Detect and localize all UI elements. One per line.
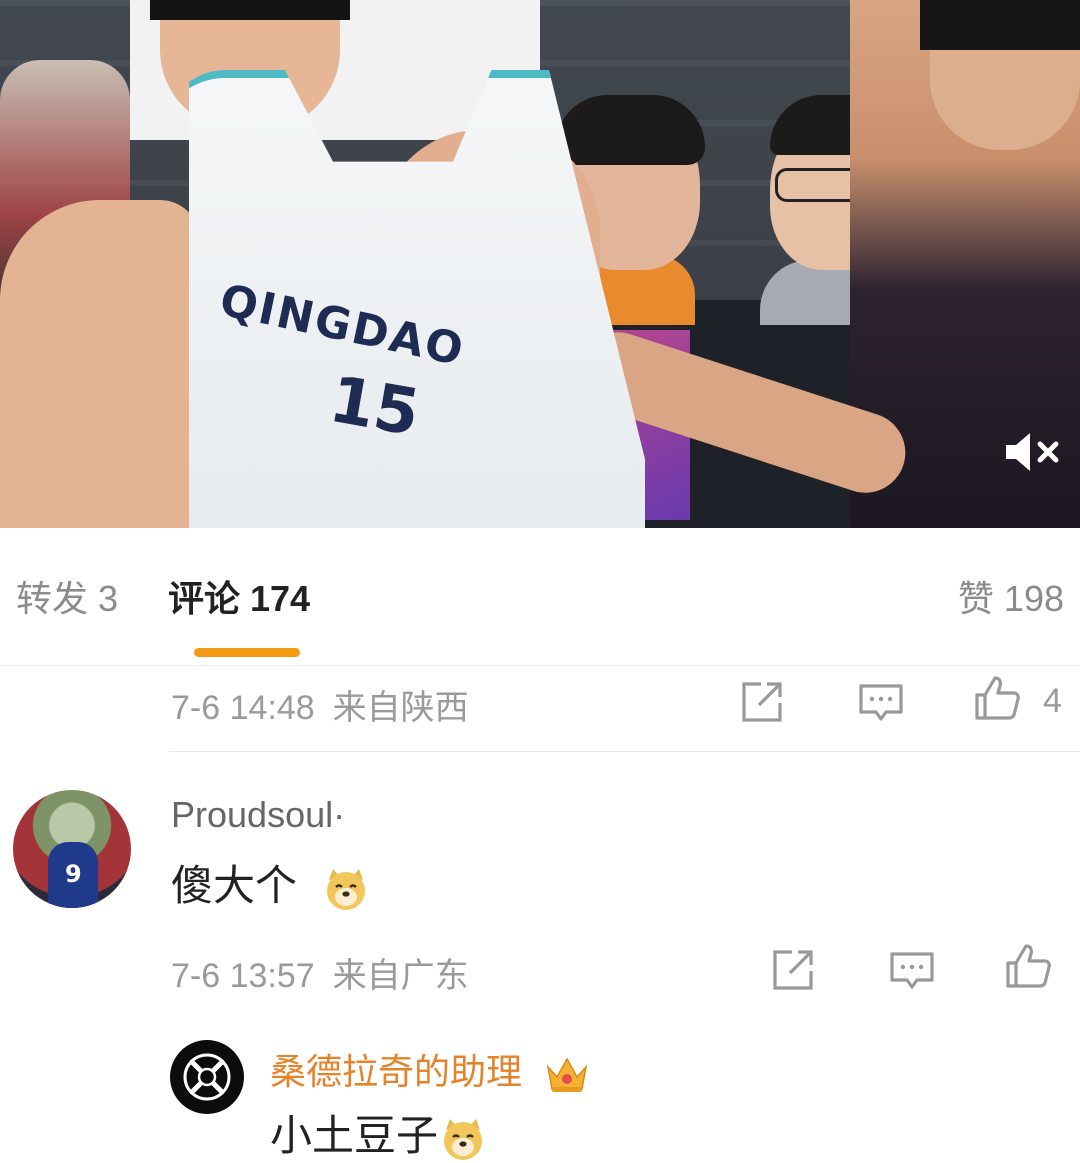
comment-location: 来自广东	[332, 957, 469, 995]
doge-emoji-icon	[444, 1118, 483, 1160]
avatar-logo-icon	[183, 1053, 231, 1101]
speaker-muted-icon	[1006, 433, 1059, 471]
like-count: 4	[1043, 682, 1062, 720]
comment-text: 傻大个	[171, 852, 369, 913]
comment-body: 小土豆子	[270, 1112, 439, 1159]
tab-repost-count: 3	[98, 578, 119, 619]
comment-text: 小土豆子	[270, 1102, 486, 1163]
comment-divider	[170, 751, 1080, 752]
share-button[interactable]	[768, 945, 818, 995]
player-left-arm	[0, 200, 200, 528]
tab-comments-count: 174	[250, 578, 311, 619]
comment-location: 来自陕西	[332, 689, 469, 727]
tab-comments-label: 评论	[168, 578, 241, 619]
opponent-hair	[920, 0, 1080, 50]
like-icon	[975, 676, 1020, 720]
share-icon	[742, 682, 782, 722]
tab-likes[interactable]: 赞 198	[958, 570, 1064, 622]
active-tab-indicator	[194, 648, 300, 657]
jersey-number: 15	[324, 362, 425, 452]
tab-repost-label: 转发	[16, 578, 89, 619]
tab-likes-count: 198	[1003, 578, 1064, 619]
share-icon	[773, 950, 813, 990]
like-button[interactable]	[972, 673, 1022, 723]
comment-icon	[890, 952, 934, 989]
avatar[interactable]: 9	[13, 790, 131, 908]
username-label: 桑德拉奇的助理	[270, 1051, 523, 1092]
tab-bar	[0, 528, 1080, 666]
tab-likes-label: 赞	[957, 578, 994, 619]
mute-button[interactable]	[1000, 428, 1064, 476]
like-button[interactable]	[1003, 941, 1053, 991]
comment-meta: 7-6 13:57 来自广东	[171, 948, 469, 997]
like-icon	[1006, 944, 1051, 988]
tab-repost[interactable]: 转发 3	[16, 570, 118, 622]
reply-button[interactable]	[856, 677, 906, 727]
player-hair	[150, 0, 350, 20]
comment-body: 傻大个	[171, 862, 298, 909]
tab-comments[interactable]: 评论 174	[168, 570, 310, 622]
avatar-jersey-number: 9	[65, 860, 82, 888]
comment-icon	[859, 684, 903, 721]
comment-username[interactable]: Proudsoul·	[171, 794, 345, 836]
reply-button[interactable]	[887, 945, 937, 995]
comment-meta: 7-6 14:48 来自陕西	[171, 680, 469, 729]
comment-username[interactable]: 桑德拉奇的助理	[270, 1043, 590, 1095]
doge-emoji-icon	[326, 868, 365, 910]
main-player: QINGDAO 15	[0, 0, 660, 528]
comment-time: 7-6 14:48	[171, 689, 315, 727]
share-button[interactable]	[737, 677, 787, 727]
video-player[interactable]: QINGDAO 15	[0, 0, 1080, 528]
crown-badge-icon	[546, 1057, 588, 1093]
avatar[interactable]	[170, 1040, 244, 1114]
comment-time: 7-6 13:57	[171, 957, 315, 995]
